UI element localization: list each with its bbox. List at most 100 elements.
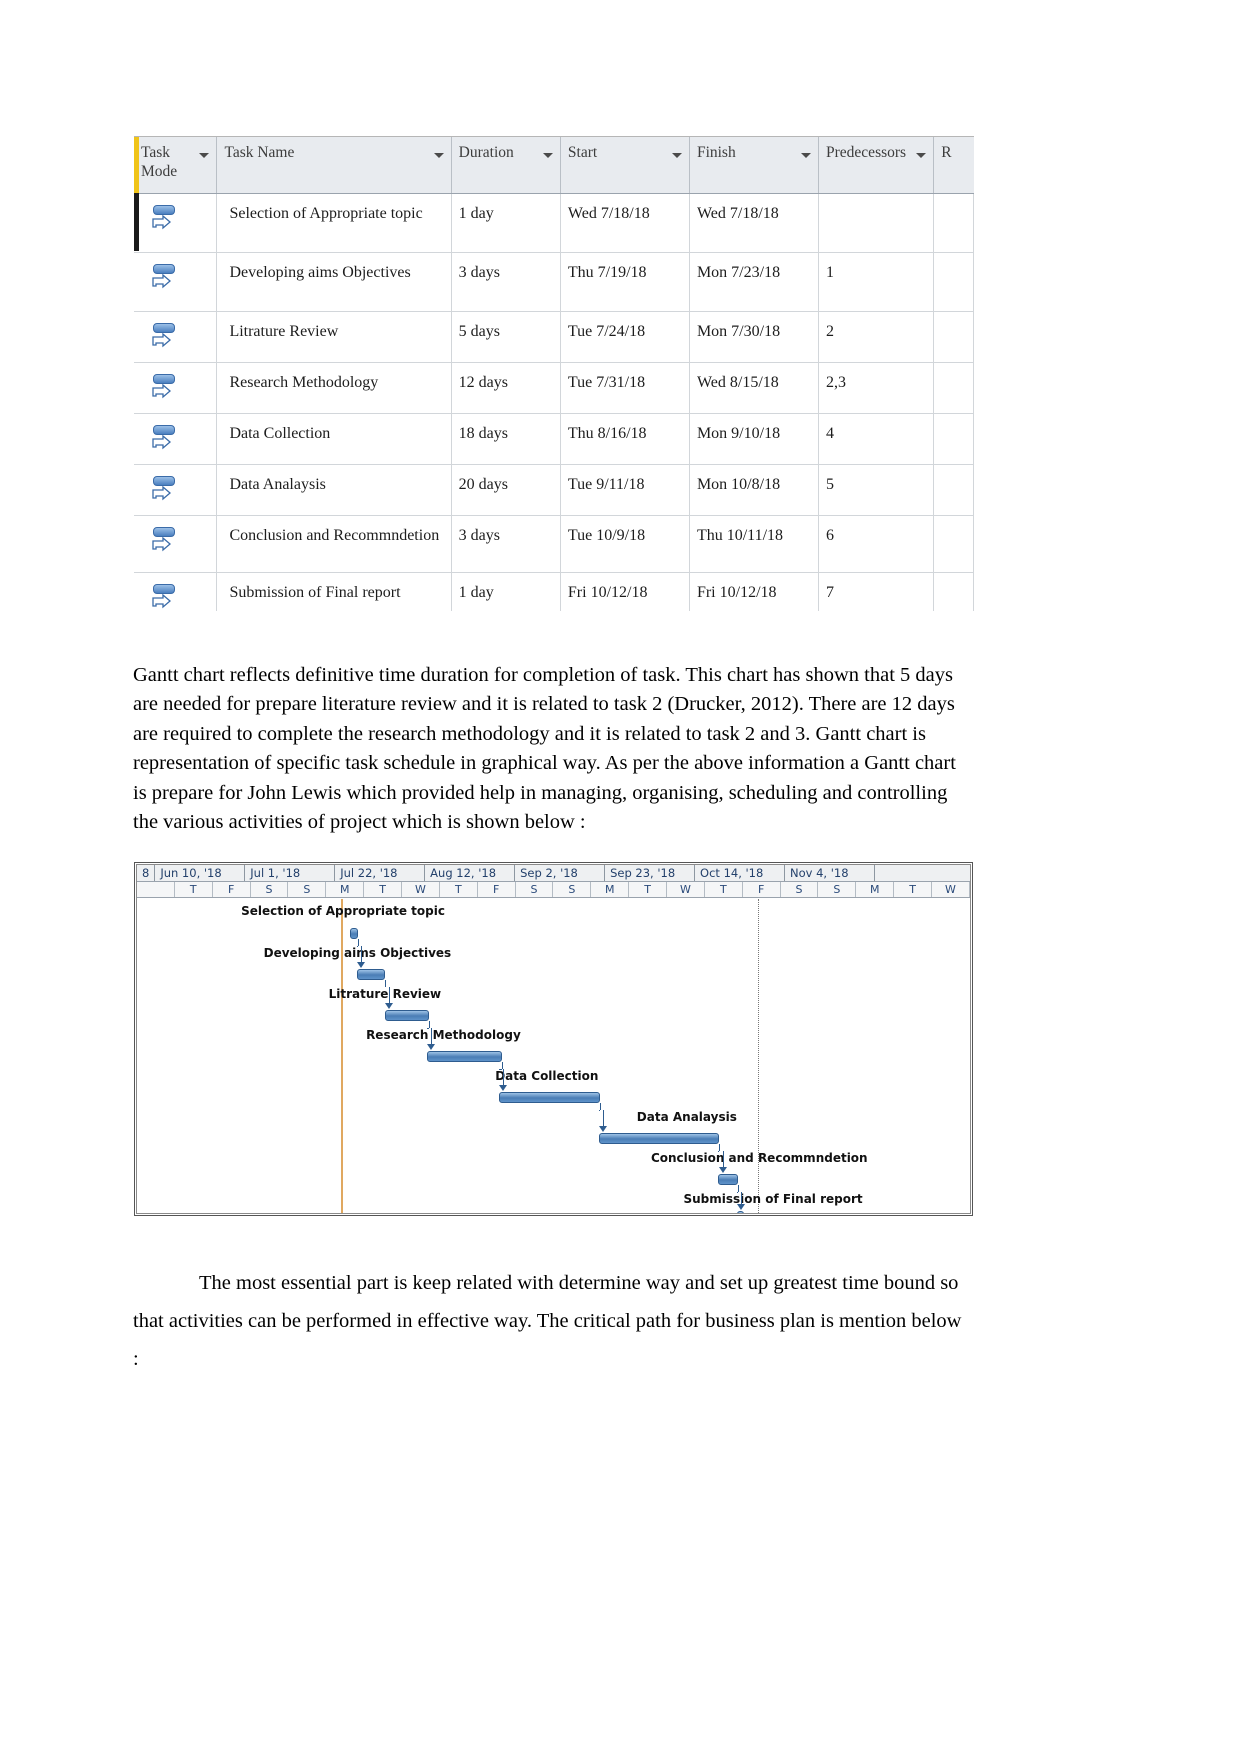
- cell-predecessors[interactable]: 2: [819, 312, 935, 362]
- cell-start[interactable]: Fri 10/12/18: [561, 573, 690, 611]
- chevron-down-icon[interactable]: [542, 153, 553, 158]
- cell-duration[interactable]: 5 days: [452, 312, 561, 362]
- table-row[interactable]: Submission of Final report 1 day Fri 10/12…: [134, 573, 974, 611]
- cell-task-name[interactable]: Research Methodology: [217, 363, 452, 413]
- cell-finish[interactable]: Mon 7/23/18: [690, 253, 820, 311]
- cell-finish[interactable]: Mon 10/8/18: [690, 465, 820, 515]
- gantt-bar[interactable]: [498, 1092, 601, 1103]
- cell-task-name[interactable]: Selection of Appropriate topic: [217, 194, 452, 252]
- column-header-predecessors[interactable]: Predecessors: [819, 137, 935, 193]
- cell-finish[interactable]: Wed 8/15/18: [690, 363, 820, 413]
- gantt-plot-area[interactable]: Selection of Appropriate topic Developing…: [137, 899, 970, 1213]
- cell-task-mode[interactable]: [134, 414, 218, 464]
- auto-schedule-icon[interactable]: [151, 374, 177, 400]
- cell-duration[interactable]: 1 day: [452, 194, 561, 252]
- cell-task-mode[interactable]: [134, 363, 218, 413]
- auto-schedule-icon[interactable]: [151, 584, 177, 610]
- cell-start[interactable]: Tue 7/24/18: [561, 312, 690, 362]
- cell-task-mode[interactable]: [134, 253, 218, 311]
- cell-start[interactable]: Tue 9/11/18: [561, 465, 690, 515]
- cell-task-name[interactable]: Developing aims Objectives: [217, 253, 452, 311]
- gantt-bar-label: Litrature Review: [328, 987, 442, 1001]
- cell-truncated: [934, 516, 974, 572]
- timeline-week-label: Sep 23, '18: [605, 865, 696, 881]
- cell-predecessors[interactable]: 6: [819, 516, 935, 572]
- auto-schedule-icon[interactable]: [151, 425, 177, 451]
- cell-finish[interactable]: Wed 7/18/18: [690, 194, 820, 252]
- column-header-duration[interactable]: Duration: [452, 137, 561, 193]
- cell-duration[interactable]: 3 days: [452, 253, 561, 311]
- cell-task-name[interactable]: Data Collection: [217, 414, 452, 464]
- dependency-link: [389, 987, 391, 1004]
- cell-finish[interactable]: Mon 7/30/18: [690, 312, 820, 362]
- chevron-down-icon[interactable]: [671, 153, 682, 158]
- gantt-bar-label: Data Collection: [495, 1069, 599, 1083]
- cell-task-mode[interactable]: [134, 312, 218, 362]
- table-row[interactable]: Developing aims Objectives 3 days Thu 7/19…: [134, 253, 974, 312]
- auto-schedule-icon[interactable]: [151, 527, 177, 553]
- gantt-bar[interactable]: [350, 928, 358, 939]
- cell-finish[interactable]: Thu 10/11/18: [690, 516, 820, 572]
- cell-duration[interactable]: 20 days: [452, 465, 561, 515]
- gantt-bar-label: Research Methodology: [366, 1028, 521, 1042]
- gantt-bar[interactable]: [718, 1174, 738, 1185]
- timeline-day-tick: F: [743, 882, 781, 897]
- cell-task-name[interactable]: Submission of Final report: [217, 573, 452, 611]
- cell-duration[interactable]: 12 days: [452, 363, 561, 413]
- cell-start[interactable]: Wed 7/18/18: [561, 194, 690, 252]
- gantt-bar[interactable]: [385, 1010, 429, 1021]
- gantt-bar[interactable]: [356, 969, 386, 980]
- auto-schedule-icon[interactable]: [151, 264, 177, 290]
- cell-finish[interactable]: Fri 10/12/18: [690, 573, 820, 611]
- cell-start[interactable]: Tue 10/9/18: [561, 516, 690, 572]
- cell-start[interactable]: Thu 8/16/18: [561, 414, 690, 464]
- table-row[interactable]: Research Methodology 12 days Tue 7/31/18 We…: [134, 363, 974, 414]
- gantt-bar-label: Data Analaysis: [636, 1110, 737, 1124]
- column-header-task-mode[interactable]: Task Mode: [134, 137, 218, 193]
- cell-duration[interactable]: 3 days: [452, 516, 561, 572]
- table-row[interactable]: Litrature Review 5 days Tue 7/24/18 Mon 7/3…: [134, 312, 974, 363]
- gantt-bar[interactable]: [599, 1133, 720, 1144]
- cell-finish[interactable]: Mon 9/10/18: [690, 414, 820, 464]
- cell-task-mode[interactable]: [134, 573, 218, 611]
- gantt-chart[interactable]: 8 Jun 10, '18 Jul 1, '18 Jul 22, '18 Aug 12,…: [134, 862, 973, 1216]
- cell-task-mode[interactable]: [134, 516, 218, 572]
- chevron-down-icon[interactable]: [801, 153, 812, 158]
- chevron-down-icon[interactable]: [433, 153, 444, 158]
- cell-duration[interactable]: 1 day: [452, 573, 561, 611]
- column-header-label: Finish: [696, 144, 736, 161]
- column-header-task-name[interactable]: Task Name: [217, 137, 452, 193]
- column-header-truncated[interactable]: R: [934, 137, 974, 193]
- project-task-table[interactable]: Task Mode Task Name Duration Start Finis…: [134, 136, 974, 611]
- table-row[interactable]: Selection of Appropriate topic 1 day Wed 7…: [134, 194, 974, 253]
- gantt-bar[interactable]: [736, 1211, 745, 1213]
- table-row[interactable]: Data Analaysis 20 days Tue 9/11/18 Mon 10/8…: [134, 465, 974, 516]
- cell-predecessors[interactable]: [819, 194, 935, 252]
- cell-predecessors[interactable]: 4: [819, 414, 935, 464]
- cell-task-mode[interactable]: [134, 194, 218, 252]
- gantt-bar[interactable]: [426, 1051, 502, 1062]
- column-header-finish[interactable]: Finish: [690, 137, 820, 193]
- timeline-day-tick: T: [705, 882, 743, 897]
- cell-task-mode[interactable]: [134, 465, 218, 515]
- cell-start[interactable]: Thu 7/19/18: [561, 253, 690, 311]
- cell-predecessors[interactable]: 7: [819, 573, 935, 611]
- chevron-down-icon[interactable]: [916, 153, 927, 158]
- cell-predecessors[interactable]: 2,3: [819, 363, 935, 413]
- auto-schedule-icon[interactable]: [151, 476, 177, 502]
- cell-duration[interactable]: 18 days: [452, 414, 561, 464]
- column-header-start[interactable]: Start: [561, 137, 690, 193]
- cell-start[interactable]: Tue 7/31/18: [561, 363, 690, 413]
- table-row[interactable]: Conclusion and Recommndetion 3 days Tue 10…: [134, 516, 974, 573]
- cell-task-name[interactable]: Litrature Review: [217, 312, 452, 362]
- cell-task-name[interactable]: Conclusion and Recommndetion: [217, 516, 452, 572]
- table-row[interactable]: Data Collection 18 days Thu 8/16/18 Mon 9/1…: [134, 414, 974, 465]
- auto-schedule-icon[interactable]: [151, 323, 177, 349]
- cell-predecessors[interactable]: 1: [819, 253, 935, 311]
- auto-schedule-icon[interactable]: [151, 205, 177, 231]
- cell-task-name[interactable]: Data Analaysis: [217, 465, 452, 515]
- cell-predecessors[interactable]: 5: [819, 465, 935, 515]
- dependency-arrow-icon: [357, 962, 366, 968]
- chevron-down-icon[interactable]: [199, 153, 210, 158]
- timeline-week-label: Jun 10, '18: [155, 865, 246, 881]
